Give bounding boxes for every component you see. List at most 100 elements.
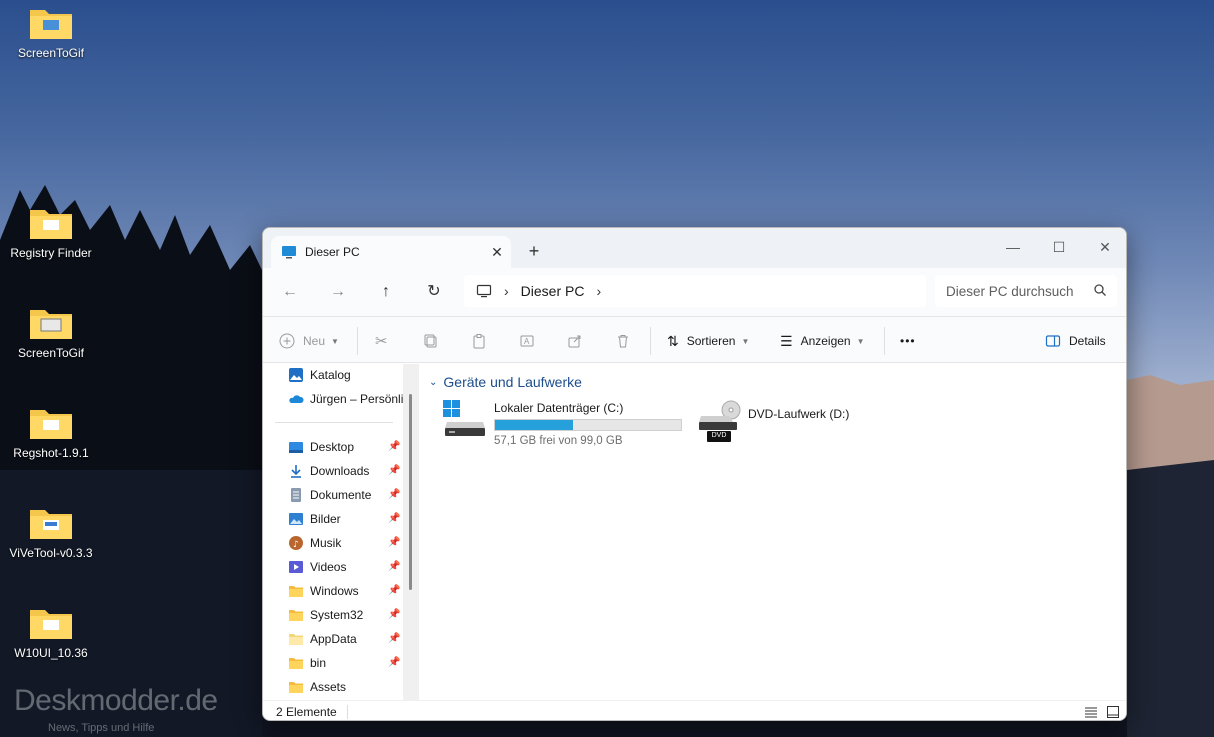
navigation-bar: ← → ↑ ↻ › Dieser PC › Dieser PC durchsuc… <box>263 268 1126 316</box>
sidebar-item-bin[interactable]: bin <box>288 652 326 674</box>
close-tab-icon[interactable]: ✕ <box>483 244 511 261</box>
sidebar-item-downloads[interactable]: Downloads <box>288 460 369 482</box>
onedrive-icon <box>289 395 304 403</box>
pin-icon: 📌 <box>388 633 401 644</box>
navigation-pane: Katalog Jürgen – Persönlic Desktop Downl… <box>263 364 418 700</box>
sort-button[interactable]: ⇅ Sortieren ▼ <box>667 329 749 353</box>
desktop-icon-screentogif-2[interactable]: ScreenToGif <box>1 306 101 360</box>
sidebar-item-label: Dokumente <box>310 488 372 502</box>
view-button-label: Anzeigen <box>800 334 851 348</box>
folder-icon <box>30 410 72 439</box>
sidebar-item-label: Bilder <box>310 512 341 526</box>
pin-icon: 📌 <box>388 441 401 452</box>
minimize-button[interactable]: — <box>990 234 1036 260</box>
view-list-icon: ☰ <box>780 332 793 349</box>
folder-icon <box>30 610 72 639</box>
status-bar: 2 Elemente <box>263 700 1126 720</box>
chevron-down-icon: ▼ <box>856 336 865 346</box>
sidebar-item-label: Katalog <box>310 368 351 382</box>
sidebar-item-katalog[interactable]: Katalog <box>288 364 351 386</box>
desktop-icon-regshot[interactable]: Regshot-1.9.1 <box>1 406 101 460</box>
more-options-button[interactable]: ••• <box>900 329 916 353</box>
sidebar-item-musik[interactable]: ♪ Musik <box>288 532 341 554</box>
sidebar-item-label: Musik <box>310 536 342 550</box>
rename-button[interactable]: A <box>519 329 535 353</box>
search-icon[interactable] <box>1093 283 1107 297</box>
details-pane-button[interactable]: Details <box>1045 329 1106 353</box>
folder-icon <box>289 634 303 645</box>
chevron-right-icon[interactable]: › <box>596 283 601 299</box>
sort-icon: ⇅ <box>667 332 679 349</box>
details-button-label: Details <box>1069 334 1106 348</box>
desktop-icon-w10ui[interactable]: W10UI_10.36 <box>1 606 101 660</box>
desktop-icon-label: ScreenToGif <box>17 346 85 360</box>
sidebar-item-onedrive[interactable]: Jürgen – Persönlic <box>288 388 409 410</box>
pin-icon: 📌 <box>388 657 401 668</box>
chevron-down-icon[interactable]: ⌄ <box>429 377 437 388</box>
share-button[interactable] <box>567 329 583 353</box>
desktop-icon-vivetool[interactable]: ViVeTool-v0.3.3 <box>1 506 101 560</box>
drive-item-c[interactable]: Lokaler Datenträger (C:) 57,1 GB frei vo… <box>443 400 682 447</box>
new-button-label: Neu <box>303 334 326 348</box>
back-button[interactable]: ← <box>275 280 305 304</box>
drive-name: Lokaler Datenträger (C:) <box>494 401 624 415</box>
sidebar-item-desktop[interactable]: Desktop <box>288 436 354 458</box>
folder-icon <box>30 10 72 39</box>
copy-icon <box>424 334 437 348</box>
drive-usage-bar <box>494 419 682 431</box>
pin-icon: 📌 <box>388 489 401 500</box>
search-box[interactable]: Dieser PC durchsuch <box>935 275 1117 307</box>
sidebar-item-windows[interactable]: Windows <box>288 580 359 602</box>
sidebar-item-label: Downloads <box>310 464 370 478</box>
cut-button[interactable]: ✂ <box>375 329 388 353</box>
address-bar[interactable]: › Dieser PC › <box>464 275 926 307</box>
folder-icon <box>30 310 72 339</box>
watermark: Deskmodder.de <box>14 684 218 717</box>
tiles-view-icon[interactable] <box>1105 704 1121 720</box>
watermark-subtitle: News, Tipps und Hilfe <box>48 722 155 734</box>
desktop-icon-screentogif[interactable]: ScreenToGif <box>1 6 101 60</box>
folder-icon <box>289 658 303 669</box>
desktop-icon-registry-finder[interactable]: Registry Finder <box>1 206 101 260</box>
tab-dieser-pc[interactable]: Dieser PC ✕ <box>271 236 511 268</box>
system-drive-icon <box>443 400 485 436</box>
sidebar-item-assets[interactable]: Assets <box>288 676 346 698</box>
sidebar-item-bilder[interactable]: Bilder <box>288 508 341 530</box>
folder-icon <box>30 510 72 539</box>
new-button[interactable]: Neu ▼ <box>279 329 339 353</box>
delete-button[interactable] <box>615 329 631 353</box>
chevron-down-icon: ▼ <box>741 336 750 346</box>
sidebar-item-appdata[interactable]: AppData <box>288 628 357 650</box>
monitor-icon <box>282 246 296 259</box>
sidebar-item-dokumente[interactable]: Dokumente <box>288 484 371 506</box>
command-bar: Neu ▼ ✂ A ⇅ Sortieren ▼ ☰ Anzeigen ▼ •••… <box>263 316 1126 363</box>
sidebar-item-system32[interactable]: System32 <box>288 604 363 626</box>
sidebar-item-label: bin <box>310 656 327 670</box>
maximize-button[interactable]: ☐ <box>1036 234 1082 260</box>
sidebar-scroll-thumb[interactable] <box>409 394 412 590</box>
drive-item-d[interactable]: DVD DVD-Laufwerk (D:) <box>697 400 849 444</box>
pin-icon: 📌 <box>388 585 401 596</box>
share-icon <box>568 335 581 348</box>
chevron-right-icon[interactable]: › <box>504 283 509 299</box>
view-button[interactable]: ☰ Anzeigen ▼ <box>780 329 865 353</box>
sidebar-item-label: System32 <box>310 608 364 622</box>
breadcrumb-location[interactable]: Dieser PC <box>521 283 585 299</box>
copy-button[interactable] <box>423 329 439 353</box>
forward-button[interactable]: → <box>323 280 353 304</box>
up-button[interactable]: ↑ <box>371 280 401 304</box>
paste-button[interactable] <box>471 329 487 353</box>
close-window-button[interactable]: ✕ <box>1082 234 1126 260</box>
sidebar-item-videos[interactable]: Videos <box>288 556 346 578</box>
pin-icon: 📌 <box>388 465 401 476</box>
videos-icon <box>289 561 303 573</box>
drive-usage-fill <box>495 420 574 430</box>
refresh-button[interactable]: ↻ <box>419 280 449 304</box>
gallery-icon <box>289 368 303 382</box>
group-header[interactable]: ⌄ Geräte und Laufwerke <box>429 374 582 390</box>
folder-icon <box>289 610 303 621</box>
new-tab-button[interactable]: + <box>521 239 547 265</box>
details-view-icon[interactable] <box>1083 704 1099 720</box>
pin-icon: 📌 <box>388 513 401 524</box>
rename-icon: A <box>520 335 534 347</box>
